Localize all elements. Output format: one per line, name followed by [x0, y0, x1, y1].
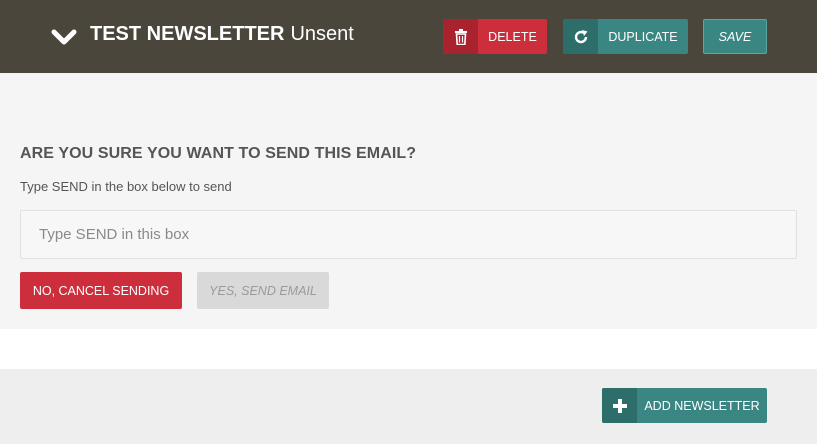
confirm-help-text: Type SEND in the box below to send [20, 179, 232, 194]
cancel-sending-button[interactable]: NO, CANCEL SENDING [20, 272, 182, 309]
delete-button-label: DELETE [488, 29, 537, 44]
duplicate-button-label: DUPLICATE [608, 29, 678, 44]
newsletter-title: TEST NEWSLETTER Unsent [90, 21, 354, 47]
save-button-label: SAVE [718, 29, 752, 44]
newsletter-name: TEST NEWSLETTER [90, 23, 285, 45]
send-confirmation-panel: ARE YOU SURE YOU WANT TO SEND THIS EMAIL… [0, 73, 817, 329]
add-newsletter-label: ADD NEWSLETTER [644, 398, 760, 413]
delete-button[interactable]: DELETE [443, 19, 547, 54]
duplicate-button[interactable]: DUPLICATE [563, 19, 688, 54]
add-newsletter-button[interactable]: ADD NEWSLETTER [602, 388, 767, 423]
save-button[interactable]: SAVE [703, 19, 767, 54]
send-confirmation-input[interactable] [20, 210, 797, 259]
chevron-down-icon[interactable] [48, 24, 80, 50]
send-email-button[interactable]: YES, SEND EMAIL [197, 272, 329, 309]
refresh-icon [563, 19, 598, 54]
newsletter-header: TEST NEWSLETTER Unsent DELETE DUPLICATE S… [0, 0, 817, 73]
trash-icon [443, 19, 478, 54]
newsletter-status: Unsent [290, 23, 354, 45]
plus-icon [602, 388, 637, 423]
newsletter-footer: ADD NEWSLETTER [0, 369, 817, 444]
confirm-heading: ARE YOU SURE YOU WANT TO SEND THIS EMAIL… [20, 145, 417, 162]
